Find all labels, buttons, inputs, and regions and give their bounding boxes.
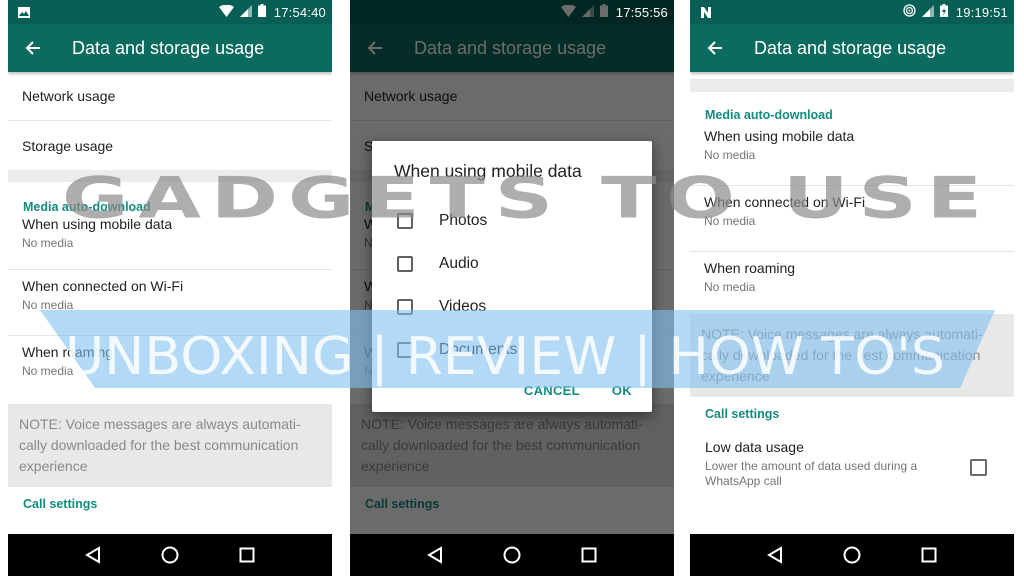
hotspot-icon [903,4,916,20]
item-value: No media [704,214,756,228]
item-label: When using mobile data [22,216,173,232]
item-label: Low data usage [705,439,804,455]
nav-recents-icon [921,547,937,563]
item-description: Lower the amount of data used during a W… [705,459,918,488]
page-title: Data and storage usage [72,37,265,58]
navigation-bar [690,534,1014,576]
screenshot-collage: 17:54:40 Data and storage usage Network … [0,0,1024,576]
navigation-bar [8,534,332,576]
call-settings-header: Call settings [705,407,780,421]
item-label: When roaming [704,260,796,276]
battery-icon [257,4,266,20]
option-label: Audio [439,254,479,272]
back-button[interactable] [8,40,58,56]
cancel-button[interactable]: CANCEL [524,383,580,398]
roaming-item[interactable]: When roaming No media [8,336,332,402]
nav-recents-icon [581,547,597,563]
nav-recents-button[interactable] [577,543,601,567]
voice-note-info: NOTE: Voice messages are always automati… [8,404,332,487]
wifi-item[interactable]: When connected on Wi-Fi No media [690,186,1014,252]
nav-home-icon [843,546,861,564]
section-divider [8,170,332,182]
item-label: Storage usage [22,137,114,154]
option-videos[interactable]: Videos [372,285,652,328]
option-label: Documents [439,340,518,358]
scrolled-item-fragment [690,72,1014,80]
arrow-back-icon [25,41,40,55]
n-notification-icon [700,6,714,18]
nav-back-button[interactable] [763,543,787,567]
low-data-usage-checkbox[interactable] [970,459,987,476]
dialog-title: When using mobile data [394,161,582,181]
videos-checkbox[interactable] [397,298,413,315]
item-value: No media [22,236,74,250]
low-data-usage-item[interactable]: Low data usage Lower the amount of data … [690,431,1014,495]
app-bar: Data and storage usage [8,24,332,72]
item-label: When using mobile data [704,128,855,144]
item-label: When roaming [22,344,114,360]
page-title: Data and storage usage [754,37,947,58]
nav-home-icon [161,546,179,564]
nav-recents-button[interactable] [235,543,259,567]
call-settings-header: Call settings [23,497,98,511]
nav-home-button[interactable] [158,543,182,567]
status-bar: 19:19:51 [690,0,1014,24]
nav-back-icon [84,546,100,564]
clock: 19:19:51 [955,4,1008,20]
documents-checkbox[interactable] [397,341,413,358]
image-notification-icon [18,6,32,18]
back-button[interactable] [690,40,740,56]
phone-screen-scrolled: 19:19:51 Data and storage usage Media au… [690,0,1014,576]
phone-screen-settings: 17:54:40 Data and storage usage Network … [8,0,332,576]
mobile-data-item[interactable]: When using mobile data No media [690,120,1014,186]
nav-home-button[interactable] [840,543,864,567]
signal-icon [921,4,934,20]
nav-home-button[interactable] [500,543,524,567]
battery-charging-icon [939,4,948,20]
signal-icon [239,4,252,20]
item-value: No media [22,364,74,378]
roaming-item[interactable]: When roaming No media [690,252,1014,318]
storage-usage-item[interactable]: Storage usage [8,121,332,170]
status-bar: 17:54:40 [8,0,332,24]
mobile-data-dialog: When using mobile data Photos Audio Vide… [372,141,652,412]
item-value: No media [22,298,74,312]
item-value: No media [704,148,756,162]
ok-button[interactable]: OK [612,383,632,398]
arrow-back-icon [707,41,722,55]
mobile-data-item[interactable]: When using mobile data No media [8,208,332,270]
nav-back-icon [766,546,782,564]
option-photos[interactable]: Photos [372,199,652,242]
wifi-item[interactable]: When connected on Wi-Fi No media [8,270,332,336]
section-divider [690,80,1014,92]
navigation-bar [350,534,674,576]
nav-back-button[interactable] [81,543,105,567]
option-label: Videos [439,297,487,315]
item-label: Network usage [22,88,116,104]
nav-home-icon [503,546,521,564]
clock: 17:55:56 [615,4,668,20]
voice-note-info: NOTE: Voice messages are always automati… [690,314,1014,397]
item-label: When connected on Wi-Fi [704,194,866,210]
photos-checkbox[interactable] [397,212,413,229]
nav-back-icon [426,546,442,564]
network-usage-item[interactable]: Network usage [8,72,332,121]
wifi-icon [218,4,234,20]
option-documents[interactable]: Documents [372,328,652,371]
app-bar: Data and storage usage [690,24,1014,72]
nav-recents-button[interactable] [917,543,941,567]
nav-back-button[interactable] [423,543,447,567]
clock: 17:54:40 [273,4,326,20]
option-label: Photos [439,211,488,229]
item-label: When connected on Wi-Fi [22,278,184,294]
nav-recents-icon [239,547,255,563]
option-audio[interactable]: Audio [372,242,652,285]
phone-screen-dialog: 17:55:56 Data and storage usage Network … [350,0,674,576]
item-value: No media [704,280,756,294]
audio-checkbox[interactable] [397,255,413,272]
